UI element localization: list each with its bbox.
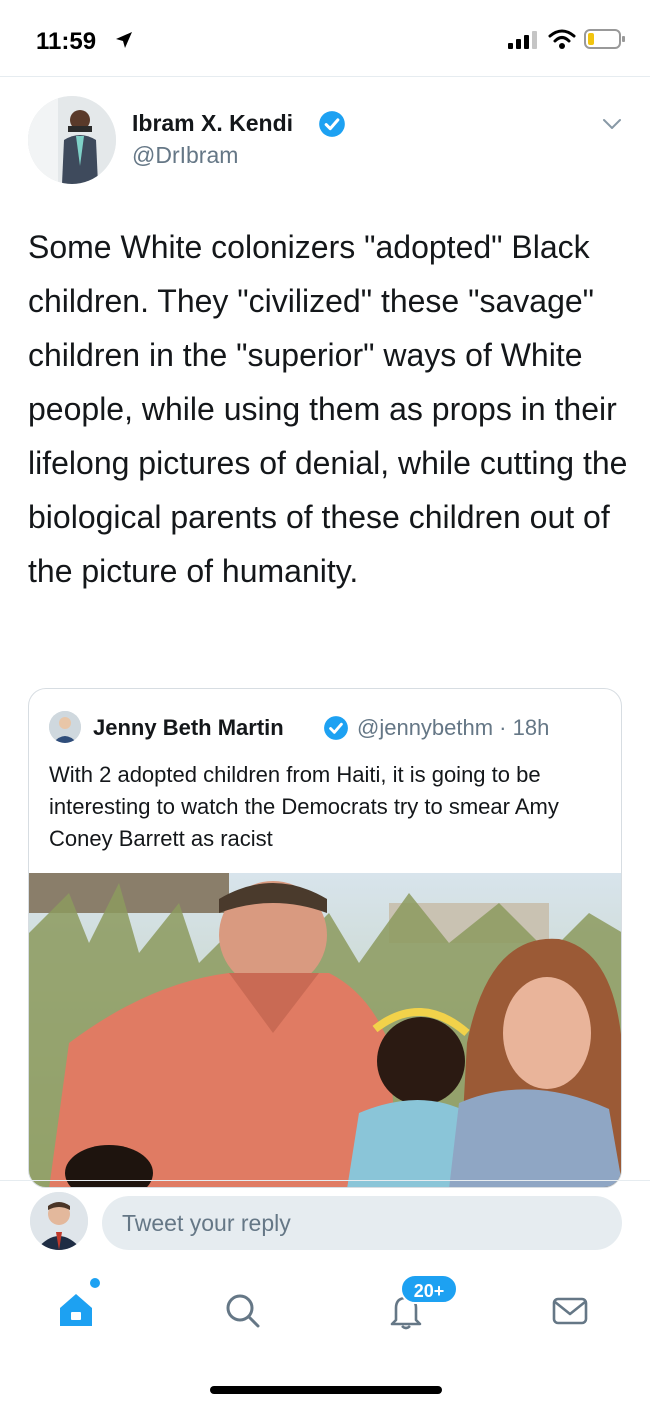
tab-bar: 20+ bbox=[0, 1262, 650, 1352]
quoted-tweet-text: With 2 adopted children from Haiti, it i… bbox=[49, 762, 559, 851]
quoted-tweet-photo[interactable] bbox=[29, 873, 621, 1187]
quoted-author-name[interactable]: Jenny Beth Martin bbox=[93, 715, 284, 741]
reply-divider bbox=[0, 1180, 650, 1181]
search-icon bbox=[226, 1294, 260, 1328]
status-bar: 11:59 bbox=[0, 0, 650, 76]
quoted-author-avatar[interactable] bbox=[49, 711, 81, 743]
status-time: 11:59 bbox=[36, 28, 97, 55]
wifi-icon bbox=[548, 29, 576, 49]
messages-icon bbox=[552, 1297, 588, 1325]
quoted-author-handle[interactable]: @jennybethm · 18h bbox=[357, 715, 549, 741]
home-indicator[interactable] bbox=[210, 1386, 442, 1394]
tweet-text: Some White colonizers "adopted" Black ch… bbox=[28, 229, 628, 589]
verified-icon bbox=[319, 111, 345, 137]
verified-icon bbox=[324, 716, 348, 740]
location-arrow-icon bbox=[116, 32, 132, 48]
author-name[interactable]: Ibram X. Kendi bbox=[132, 110, 293, 137]
author-avatar[interactable] bbox=[28, 96, 116, 184]
tab-home[interactable] bbox=[46, 1280, 106, 1340]
tab-messages[interactable] bbox=[540, 1280, 600, 1340]
home-icon bbox=[60, 1294, 92, 1326]
home-unread-dot bbox=[90, 1278, 100, 1288]
signal-icon bbox=[508, 31, 537, 49]
reply-input[interactable] bbox=[102, 1196, 622, 1250]
notifications-badge: 20+ bbox=[400, 1274, 458, 1304]
user-avatar[interactable] bbox=[30, 1192, 88, 1250]
tab-search[interactable] bbox=[212, 1280, 272, 1340]
chevron-down-icon[interactable] bbox=[600, 112, 624, 136]
quoted-tweet-card[interactable]: Jenny Beth Martin @jennybethm · 18h With… bbox=[28, 688, 622, 1188]
top-divider bbox=[0, 76, 650, 77]
author-handle[interactable]: @DrIbram bbox=[132, 142, 238, 169]
battery-icon bbox=[584, 29, 625, 49]
